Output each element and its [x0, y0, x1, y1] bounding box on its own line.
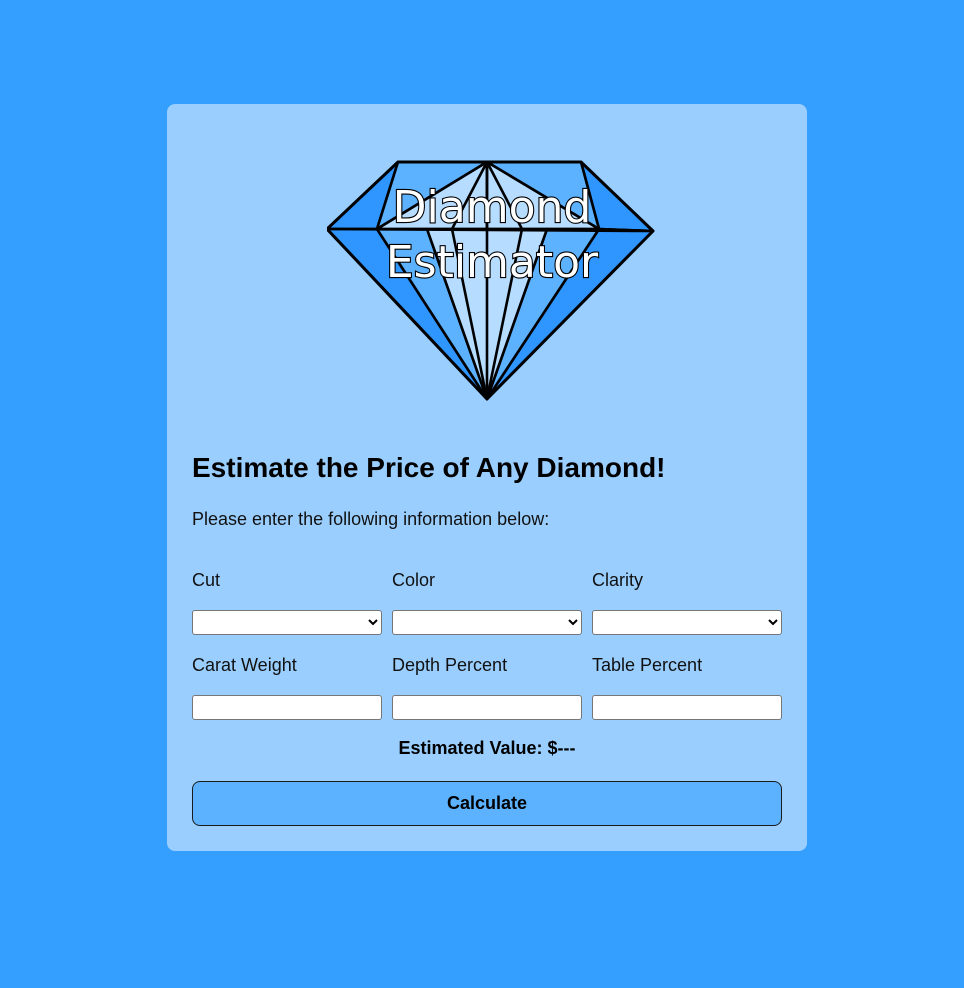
carat-weight-label: Carat Weight — [192, 655, 297, 675]
clarity-select[interactable] — [592, 610, 782, 635]
logo-title-line1: Diamond — [393, 182, 592, 233]
logo-title-line2: Estimator — [386, 237, 599, 288]
clarity-label: Clarity — [592, 570, 644, 590]
estimated-value-text: Estimated Value: $--- — [398, 738, 576, 758]
estimator-card: Diamond Estimator Estimate the Price of … — [167, 104, 807, 851]
calculate-button[interactable]: Calculate — [192, 781, 782, 826]
diamond-icon: Diamond Estimator — [327, 160, 655, 401]
depth-percent-input[interactable] — [392, 695, 582, 720]
depth-percent-label: Depth Percent — [392, 655, 508, 675]
color-select[interactable] — [392, 610, 582, 635]
diamond-logo: Diamond Estimator — [327, 158, 655, 402]
cut-label: Cut — [192, 570, 221, 590]
instructions-text: Please enter the following information b… — [192, 509, 550, 529]
page-heading: Estimate the Price of Any Diamond! — [192, 452, 666, 483]
table-percent-label: Table Percent — [592, 655, 703, 675]
cut-select[interactable] — [192, 610, 382, 635]
table-percent-input[interactable] — [592, 695, 782, 720]
carat-weight-input[interactable] — [192, 695, 382, 720]
color-label: Color — [392, 570, 436, 590]
